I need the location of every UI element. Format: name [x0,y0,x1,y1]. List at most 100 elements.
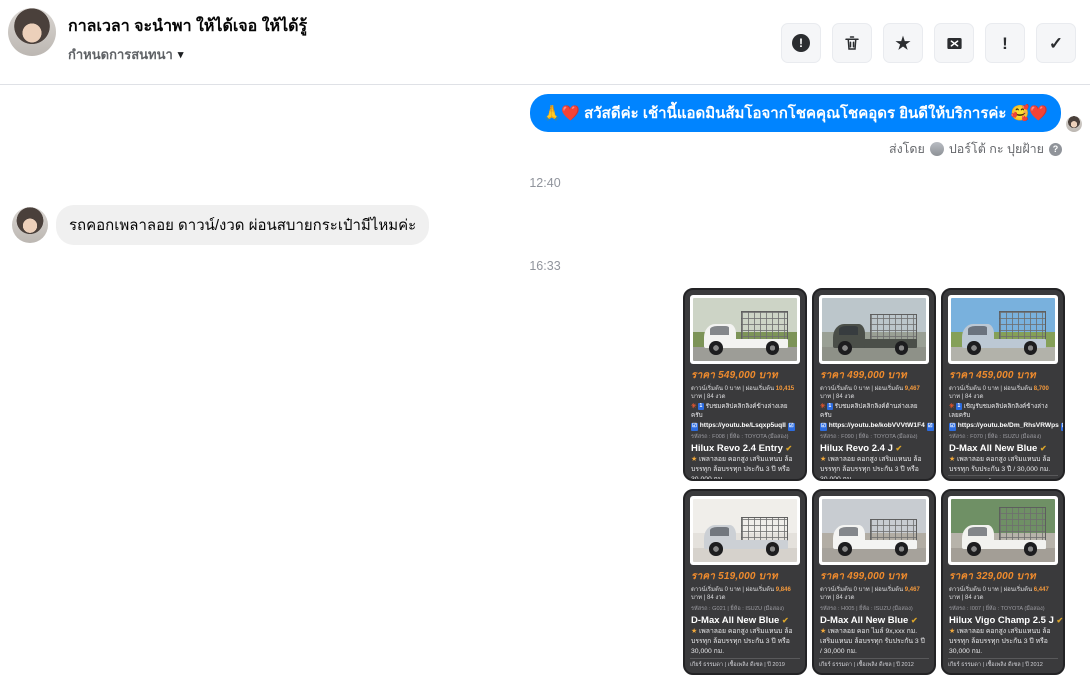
model-name: Hilux Revo 2.4 Entry ✔ [691,443,793,455]
flag-important-button[interactable]: ! [985,23,1025,63]
car-listing-card[interactable]: ราคา 549,000 บาท ดาวน์เริ่มต้น 0 บาท | ผ… [683,288,807,481]
car-photo [819,295,929,364]
car-listing-card[interactable]: ราคา 499,000 บาท ดาวน์เริ่มต้น 0 บาท | ผ… [812,288,936,481]
mark-unread-button[interactable] [934,23,974,63]
car-code-line: รหัสรถ : F090 | ยี่ห้อ : TOYOTA (มือสอง) [820,434,918,441]
youtube-link[interactable]: ☑ https://youtu.be/kobVVVtW1F4 ☑ [820,421,934,432]
star-icon: ★ [949,628,956,636]
youtube-link[interactable]: ☑ https://youtu.be/Dm_RhsVRWps ☑ [949,421,1063,432]
card-footer: เกียร์ ธรรมดา | เชื้อเพลิง ดีเซล | ปี 20… [819,657,929,670]
conversation-schedule-dropdown[interactable]: กำหนดการสนทนา ▾ [68,44,183,65]
received-message-row: รถคอกเพลาลอย ดาวน์/งวด ผ่อนสบายกระเป๋ามี… [12,205,430,245]
promo-line: ✳ 1 รับชมคลิปคลิกลิงค์ด้านล่างเลยครับ [820,402,918,419]
price: ราคา 549,000 บาท [691,370,778,381]
report-icon: ! [792,34,810,52]
truck-illustration [962,506,1046,556]
truck-illustration [962,310,1046,355]
features-line: ★ เพลาลอย คอกสูง เสริมแหนบ ล้อบรรทุก ล้อ… [820,456,922,481]
sent-message-bubble[interactable]: 🙏❤️ สวัสดีค่ะ เช้านี้แอดมินส้มโอจากโชคคุ… [529,94,1061,132]
car-listing-card[interactable]: ราคา 329,000 บาท ดาวน์เริ่มต้น 0 บาท | ผ… [941,489,1065,675]
unread-envelope-icon [946,37,962,49]
check-icon: ✔ [785,444,793,454]
sent-by-label: ส่งโดย [888,142,925,156]
model-name: Hilux Revo 2.4 J ✔ [820,443,903,455]
check-badge-icon: ☑ [691,423,698,432]
star-icon: ★ [820,456,827,464]
check-badge-icon: ☑ [787,423,795,432]
features-line: ★ เพลาลอย คอก ไมล์ 9x,xxx กม. เสริมแหนบ … [820,628,925,655]
price: ราคา 519,000 บาท [691,571,778,582]
schedule-label: กำหนดการสนทนา [68,47,173,62]
delete-button[interactable] [832,23,872,63]
star-icon: ★ [949,456,956,464]
check-icon: ✔ [1039,444,1047,454]
finance-line: ดาวน์เริ่มต้น 0 บาท | ผ่อนเริ่มต้น 8,700… [949,386,1049,401]
card-footer: เกียร์ ธรรมดา | เชื้อเพลิง ดีเซล | ปี 20… [948,475,1058,479]
check-badge-icon: ☑ [949,423,956,432]
check-badge-icon: ☑ [820,423,827,432]
model-name: D-Max All New Blue ✔ [691,615,789,627]
finance-line: ดาวน์เริ่มต้น 0 บาท | ผ่อนเริ่มต้น 6,447… [949,587,1049,602]
car-code-line: รหัสรถ : F070 | ยี่ห้อ : ISUZU (มือสอง) [949,434,1042,441]
check-icon: ✓ [1048,33,1064,53]
contact-name: กาลเวลา จะนำพา ให้ได้เจอ ให้ได้รู้ [68,18,308,35]
truck-illustration [704,310,788,355]
asterisk-icon: ✳ [691,402,697,410]
finance-line: ดาวน์เริ่มต้น 0 บาท | ผ่อนเริ่มต้น 9,846… [691,587,791,602]
check-icon: ✔ [895,444,903,454]
report-button[interactable]: ! [781,23,821,63]
truck-illustration [704,514,788,556]
asterisk-icon: ✳ [820,402,826,410]
trash-icon [845,36,859,50]
car-photo [948,295,1058,364]
features-line: ★ เพลาลอย คอกสูง เสริมแหนบ ล้อบรรทุก ล้อ… [949,628,1051,655]
price: ราคา 329,000 บาท [949,571,1036,582]
exclamation-icon: ! [1002,33,1008,53]
chevron-down-icon: ▾ [177,49,184,61]
blue-badge-icon: 1 [827,402,833,411]
check-badge-icon: ☑ [926,423,934,432]
check-icon: ✔ [1056,616,1064,626]
star-icon: ★ [691,456,698,464]
help-icon[interactable]: ? [1049,142,1062,156]
car-listing-card[interactable]: ราคา 499,000 บาท ดาวน์เริ่มต้น 0 บาท | ผ… [812,489,936,675]
car-code-line: รหัสรถ : H005 | ยี่ห้อ : ISUZU (มือสอง) [820,605,913,612]
received-message-bubble[interactable]: รถคอกเพลาลอย ดาวน์/งวด ผ่อนสบายกระเป๋ามี… [56,205,430,245]
model-name: Hilux Vigo Champ 2.5 J ✔ [949,615,1064,627]
finance-line: ดาวน์เริ่มต้น 0 บาท | ผ่อนเริ่มต้น 9,467… [820,587,920,602]
check-icon: ✔ [910,616,918,626]
truck-illustration [833,313,917,355]
promo-line: ✳ 1 รับชมคลิปคลิกลิงค์ข้างล่างเลยครับ [691,402,788,419]
contact-avatar[interactable] [8,8,56,56]
finance-line: ดาวน์เริ่มต้น 0 บาท | ผ่อนเริ่มต้น 10,41… [691,386,795,401]
youtube-link[interactable]: ☑ https://youtu.be/Lsqxp5uqII ☑ [691,421,799,432]
sent-by-line: ส่งโดย ปอร์โต้ กะ ปุยฝ้าย ? [889,139,1062,159]
star-button[interactable]: ★ [883,23,923,63]
blue-badge-icon: 1 [698,402,704,411]
features-line: ★ เพลาลอย คอกสูง เสริมแหนบ ล้อบรรทุก รับ… [949,456,1051,474]
features-line: ★ เพลาลอย คอกสูง เสริมแหนบ ล้อบรรทุก ล้อ… [691,628,793,655]
star-icon: ★ [820,628,827,636]
price: ราคา 499,000 บาท [820,370,907,381]
mark-done-button[interactable]: ✓ [1036,23,1076,63]
features-line: ★ เพลาลอย คอกสูง เสริมแหนบ ล้อบรรทุก ล้อ… [691,456,793,481]
asterisk-icon: ✳ [949,402,955,410]
price: ราคา 499,000 บาท [820,571,907,582]
star-icon: ★ [895,33,911,53]
car-code-line: รหัสรถ : F008 | ยี่ห้อ : TOYOTA (มือสอง) [691,434,789,441]
car-listing-card[interactable]: ราคา 519,000 บาท ดาวน์เริ่มต้น 0 บาท | ผ… [683,489,807,675]
star-icon: ★ [691,628,698,636]
timestamp: 16:33 [529,259,561,273]
truck-illustration [833,514,917,556]
car-code-line: รหัสรถ : G021 | ยี่ห้อ : ISUZU (มือสอง) [691,605,785,612]
car-listing-card[interactable]: ราคา 459,000 บาท ดาวน์เริ่มต้น 0 บาท | ผ… [941,288,1065,481]
car-photo [819,496,929,565]
car-photo [690,295,800,364]
car-photo [690,496,800,565]
header-action-toolbar: ! ★ ! ✓ [781,23,1076,63]
contact-avatar-small[interactable] [12,207,48,243]
blue-badge-icon: 1 [956,402,962,411]
car-photo [948,496,1058,565]
model-name: D-Max All New Blue ✔ [949,443,1047,455]
check-icon: ✔ [781,616,789,626]
